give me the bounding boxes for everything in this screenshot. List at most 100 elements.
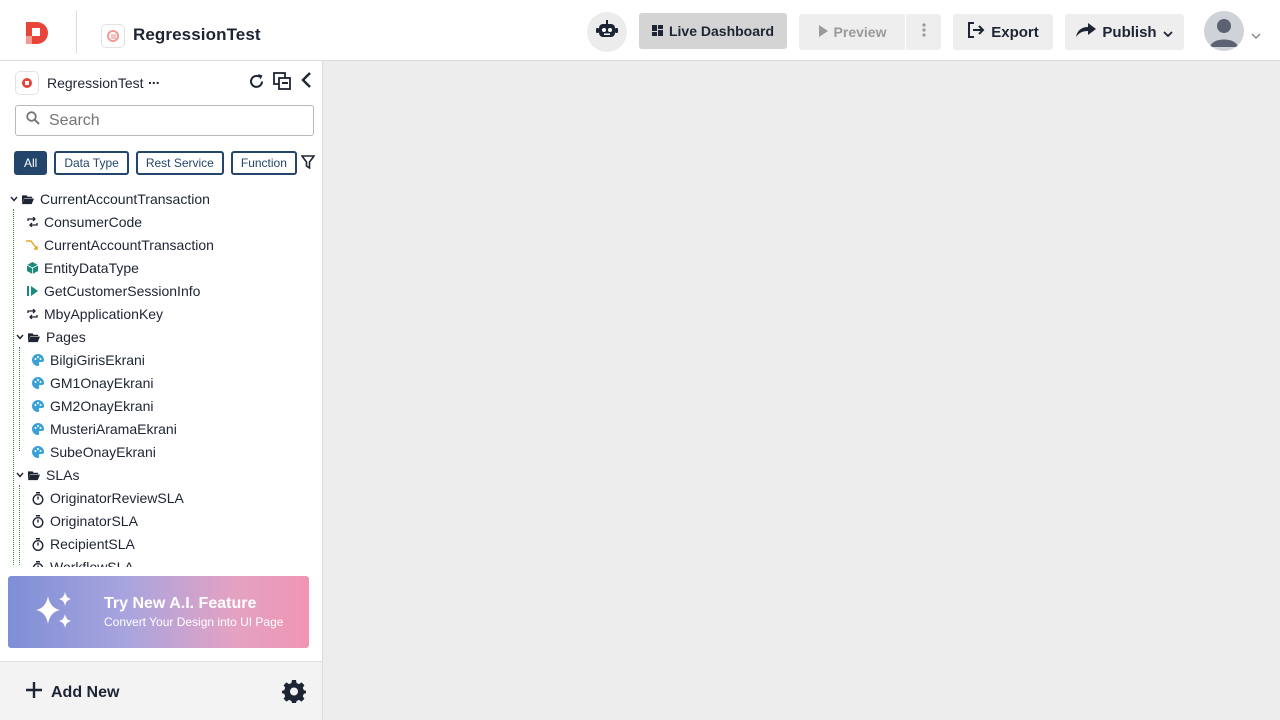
dashboard-icon [651,23,663,39]
search-input[interactable] [49,111,289,130]
tree-item-page[interactable]: GM1OnayEkrani [32,372,153,394]
tree-node-label: SLAs [46,467,80,483]
export-icon [967,22,985,42]
chevron-down-icon [10,193,18,205]
ai-feature-banner[interactable]: Try New A.I. Feature Convert Your Design… [8,576,309,648]
tree-node-label: EntityDataType [44,260,139,276]
palette-icon [32,423,44,435]
filter-chip-rest-service[interactable]: Rest Service [135,151,224,175]
folder-open-icon [28,469,40,481]
search-icon [26,111,40,130]
search-box[interactable] [15,105,314,136]
export-button[interactable]: Export [953,14,1053,50]
ai-assistant-button[interactable] [587,12,627,52]
mapping-icon [26,216,38,228]
stopwatch-icon [32,491,44,505]
preview-more-button[interactable] [906,14,941,50]
rest-service-icon [26,285,38,297]
tree-item-sla[interactable]: OriginatorSLA [32,510,138,532]
tree-node-label: OriginatorSLA [50,513,138,529]
more-vertical-icon [921,22,926,42]
live-dashboard-button[interactable]: Live Dashboard [639,13,787,49]
palette-icon [32,446,44,458]
live-dashboard-label: Live Dashboard [668,23,775,39]
tree-item-sla[interactable]: RecipientSLA [32,533,135,555]
tree-folder-root[interactable]: CurrentAccountTransaction [10,189,210,210]
filter-chip-data-type[interactable]: Data Type [54,151,129,175]
tree-folder-pages[interactable]: Pages [16,326,86,348]
tree-node-label: Pages [46,329,86,345]
stopwatch-icon [32,537,44,551]
preview-label: Preview [833,24,887,40]
workflow-icon [26,239,38,251]
stopwatch-icon [32,560,44,567]
play-icon [818,24,828,40]
filter-chip-function[interactable]: Function [230,151,297,175]
sidebar: RegressionTest ... All Data Type Rest Se… [0,61,323,720]
refresh-icon[interactable] [248,73,265,95]
chevron-down-icon [1162,24,1173,41]
collapse-sidebar-icon[interactable] [300,72,312,93]
tree-node-label: GetCustomerSessionInfo [44,283,201,299]
mapping-icon [26,308,38,320]
tree-node-label: GM1OnayEkrani [50,375,154,391]
tree-node-label: CurrentAccountTransaction [44,237,214,253]
tree-item-consumer-code[interactable]: ConsumerCode [26,211,142,233]
filter-chips: All Data Type Rest Service Function [14,151,297,175]
tree-item-page[interactable]: GM2OnayEkrani [32,395,153,417]
tree-node-label: CurrentAccountTransaction [40,191,210,207]
add-new-label: Add New [51,683,120,701]
tree-node-label: GM2OnayEkrani [50,398,154,414]
project-title: RegressionTest [133,25,261,44]
sidebar-project-title: RegressionTest [47,75,144,91]
gear-icon[interactable] [282,679,306,708]
top-bar: RegressionTest Live Dashboard Preview Ex… [0,0,1280,61]
user-avatar[interactable] [1204,11,1244,51]
tree-item-page[interactable]: MusteriAramaEkrani [32,418,177,440]
user-menu-chevron-icon[interactable] [1251,26,1261,44]
tree-node-label: RecipientSLA [50,536,135,552]
preview-button[interactable]: Preview [799,14,905,50]
tree-item-entity-data-type[interactable]: EntityDataType [26,257,139,279]
folder-open-icon [28,331,40,343]
project-tree: CurrentAccountTransaction ConsumerCode C… [0,189,322,567]
tree-folder-slas[interactable]: SLAs [16,464,79,486]
share-arrow-icon [1076,23,1097,41]
collapse-all-icon[interactable] [273,72,292,95]
tree-node-label: WorkflowSLA [50,559,134,567]
tree-node-label: BilgiGirisEkrani [50,352,145,368]
header-divider [76,10,77,54]
cube-icon [26,262,38,274]
tree-guide-line [19,485,20,565]
tree-item-sla[interactable]: WorkflowSLA [32,556,134,567]
tree-item-page[interactable]: BilgiGirisEkrani [32,349,145,371]
tree-item-mby-application-key[interactable]: MbyApplicationKey [26,303,163,325]
publish-button[interactable]: Publish [1065,14,1184,50]
ai-banner-subtitle: Convert Your Design into UI Page [104,615,284,629]
plus-icon [25,681,43,704]
tree-item-sla[interactable]: OriginatorReviewSLA [32,487,184,509]
tree-node-label: OriginatorReviewSLA [50,490,184,506]
palette-icon [32,354,44,366]
tree-node-label: MbyApplicationKey [44,306,164,322]
tree-item-current-account-transaction[interactable]: CurrentAccountTransaction [26,234,214,256]
folder-open-icon [22,193,34,205]
filter-chip-all[interactable]: All [14,151,48,175]
export-label: Export [991,23,1039,41]
ai-banner-title: Try New A.I. Feature [104,595,257,612]
project-icon [15,71,39,95]
main-canvas [323,61,1280,720]
robot-icon [596,19,618,45]
publish-label: Publish [1102,23,1157,41]
project-icon [101,24,125,48]
add-new-button[interactable]: Add New [25,681,119,704]
palette-icon [32,377,44,389]
project-menu-button[interactable]: ... [148,71,160,87]
filter-icon[interactable] [300,155,316,174]
tree-guide-line [13,209,14,565]
chevron-down-icon [16,469,24,481]
tree-item-page[interactable]: SubeOnayEkrani [32,441,156,463]
app-logo-icon[interactable] [24,20,50,46]
sparkles-icon [34,590,76,637]
tree-item-get-customer-session-info[interactable]: GetCustomerSessionInfo [26,280,200,302]
